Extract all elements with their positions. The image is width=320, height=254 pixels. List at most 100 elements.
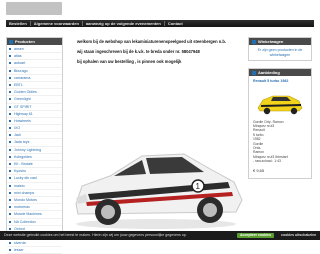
bullet-icon	[9, 184, 11, 187]
bullet-icon	[9, 91, 11, 94]
header	[0, 0, 320, 18]
offer-box: Aanbieding Renault 5 turbo 1982 Gordie O…	[248, 68, 312, 179]
sidebar-item-label: Hotwheels	[14, 118, 31, 123]
hero-car-image: 1	[75, 153, 243, 229]
sidebar-item[interactable]: EBTL	[7, 82, 62, 90]
bullet-icon	[9, 55, 11, 58]
bullet-icon	[9, 119, 11, 122]
sidebar-item[interactable]: Hotwheels	[7, 118, 62, 126]
sidebar-item[interactable]: Lucky die cast	[7, 175, 62, 183]
sidebar-item[interactable]: GT SPIRIT	[7, 104, 62, 111]
sidebar-list: ansen atlas autoart Bburago carrarama EBTL Gol…	[7, 45, 62, 254]
bullet-icon	[9, 177, 11, 180]
sidebar-item-label: Mondo Motors	[14, 197, 37, 202]
sidebar-item[interactable]: Jadi	[7, 132, 62, 140]
bullet-icon	[9, 141, 11, 144]
accept-cookies-button[interactable]: Accepteer cookies	[237, 233, 274, 238]
sidebar-item-label: IXO	[14, 126, 21, 131]
bullet-icon	[9, 213, 11, 216]
sidebar-item[interactable]: atlas	[7, 53, 62, 61]
sidebar-item[interactable]: Muscle Machines	[7, 211, 62, 219]
sidebar-item[interactable]: Kyosho	[7, 168, 62, 176]
tag-icon	[252, 70, 256, 75]
sidebar-item[interactable]: Kit - Brutale	[7, 161, 62, 169]
bullet-icon	[9, 69, 11, 72]
bullet-icon	[9, 155, 11, 158]
sidebar-item-label: Golden Oldies	[14, 90, 37, 95]
sidebar-item[interactable]: Greenlight	[7, 96, 62, 104]
bullet-icon	[9, 206, 11, 209]
bullet-icon	[9, 105, 11, 108]
bullet-icon	[9, 220, 11, 223]
sidebar-item[interactable]: NA Collection	[7, 219, 62, 226]
nav-item-algemene-voorwaarden[interactable]: Algemene voorwaarden	[31, 20, 82, 27]
sidebar-item[interactable]: Jada toys	[7, 139, 62, 147]
product-sidebar: Producten ansen atlas autoart Bburago carrar…	[6, 37, 63, 254]
sidebar-item[interactable]: Golden Oldies	[7, 89, 62, 97]
bullet-icon	[9, 191, 11, 194]
cookie-banner: Deze website gebruikt cookies om het bee…	[0, 231, 320, 240]
sidebar-item[interactable]: lesser	[7, 247, 62, 254]
offer-description: Gordie Orty- Ramon Minquez nr.#3 Renault 5 …	[249, 120, 311, 164]
svg-text:1: 1	[196, 182, 201, 191]
sidebar-item[interactable]: Highway 61	[7, 111, 62, 118]
sidebar-item-label: EBTL	[14, 82, 23, 87]
sidebar-item-label: Bburago	[14, 68, 28, 73]
sidebar-item-label: Kolegoldes	[14, 154, 32, 159]
offer-price: € 9,65	[253, 167, 265, 173]
bullet-icon	[9, 76, 11, 79]
bullet-icon	[9, 112, 11, 115]
offer-product-name[interactable]: Renault 5 turbo 1982	[249, 76, 311, 84]
reject-cookies-button[interactable]: cookies uitschakelen	[278, 233, 320, 238]
sidebar-item[interactable]: maisto	[7, 183, 62, 190]
offer-title: Aanbieding	[258, 70, 280, 76]
bullet-icon	[9, 249, 11, 252]
bullet-icon	[9, 127, 11, 130]
sidebar-item-label: siverda	[14, 241, 26, 246]
sidebar-item[interactable]: mini champs	[7, 190, 62, 197]
sidebar-item[interactable]: Kolegoldes	[7, 154, 62, 161]
sidebar-item-label: Highway 61	[14, 111, 33, 116]
sidebar-item-label: mini champs	[14, 190, 35, 195]
sidebar-item-label: ansen	[14, 47, 24, 51]
offer-header: Aanbieding	[249, 69, 311, 77]
sidebar-item-label: autoart	[14, 61, 26, 66]
sidebar-header: Producten	[7, 38, 62, 45]
sidebar-item[interactable]: siverda	[7, 240, 62, 248]
sidebar-item-label: atlas	[14, 54, 22, 59]
sidebar-title: Producten	[15, 39, 35, 44]
cart-empty-message: Er zijn geen producten in de winkelwagen	[257, 48, 303, 57]
site-logo[interactable]	[6, 2, 62, 15]
bullet-icon	[9, 242, 11, 245]
nav-item-evenementen[interactable]: aanwezig op de volgende evenementen	[83, 20, 164, 27]
offer-product-image[interactable]	[255, 88, 305, 116]
sidebar-item[interactable]: Bburago	[7, 68, 62, 75]
sidebar-item[interactable]: ansen	[7, 46, 62, 54]
bullet-icon	[9, 83, 11, 86]
welcome-text: welkom bij de webshop van lekaminiaturen…	[77, 39, 239, 70]
welcome-line-1: welkom bij de webshop van lekaminiaturen…	[77, 39, 227, 44]
sidebar-item[interactable]: Johnny Lightning	[7, 147, 62, 154]
bullet-icon	[9, 48, 11, 50]
right-column: Winkelwagen Er zijn geen producten in de…	[248, 37, 312, 186]
cookie-text: Deze website gebruikt cookies om het bee…	[4, 233, 187, 237]
sidebar-item[interactable]: motormax	[7, 204, 62, 212]
sidebar-item-label: Johnny Lightning	[14, 147, 42, 152]
bullet-icon	[9, 227, 11, 230]
bullet-icon	[9, 62, 11, 65]
nav-item-bestellen[interactable]: Bestellen	[6, 20, 30, 27]
sidebar-item[interactable]: autoart	[7, 60, 62, 68]
bullet-icon	[9, 98, 11, 101]
bullet-icon	[9, 163, 11, 165]
sidebar-item[interactable]: IXO	[7, 125, 62, 133]
nav-item-contact[interactable]: Contact	[165, 20, 186, 27]
sidebar-item-label: GT SPIRIT	[14, 104, 32, 109]
welcome-line-2: wij staan ingeschreven bij de k.v.k. te …	[77, 49, 200, 55]
bullet-icon	[9, 170, 11, 173]
sidebar-item[interactable]: carrarama	[7, 75, 62, 82]
sidebar-item[interactable]: Mondo Motors	[7, 197, 62, 205]
cart-title: Winkelwagen	[258, 39, 284, 44]
sidebar-item-label: Jadi	[14, 133, 21, 138]
sidebar-item-label: Greenlight	[14, 97, 31, 102]
sidebar-item-label: Kyosho	[14, 169, 26, 174]
